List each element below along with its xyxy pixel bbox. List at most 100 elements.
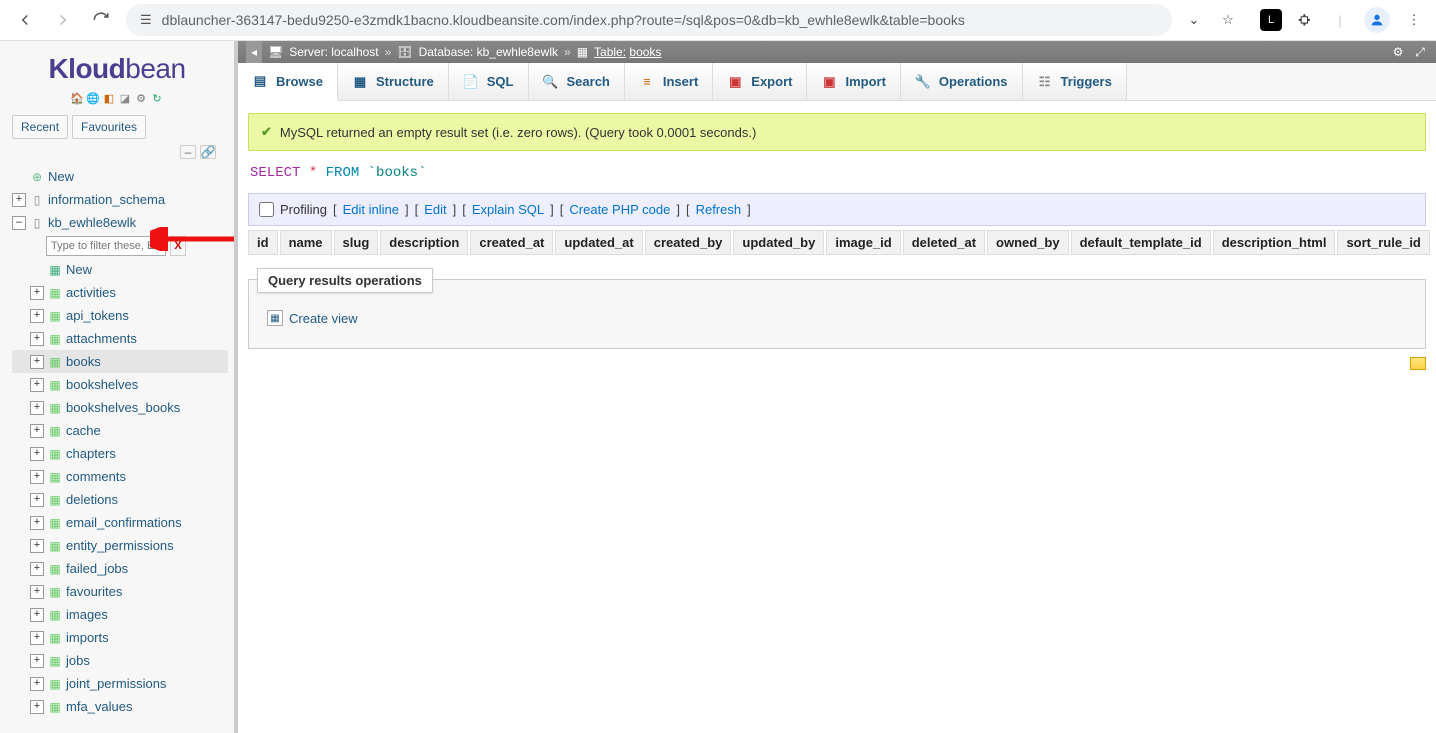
site-info-icon[interactable]: ☰: [140, 12, 152, 28]
tree-table-attachments[interactable]: ▦attachments: [12, 327, 228, 350]
reload-button[interactable]: [88, 7, 114, 33]
tab-search[interactable]: 🔍Search: [529, 63, 625, 100]
column-default_template_id[interactable]: default_template_id: [1071, 230, 1211, 255]
column-updated_by[interactable]: updated_by: [733, 230, 824, 255]
tree-table-favourites[interactable]: ▦favourites: [12, 580, 228, 603]
tree-table-imports[interactable]: ▦imports: [12, 626, 228, 649]
tree-table-activities[interactable]: ▦activities: [12, 281, 228, 304]
tree-active-db[interactable]: ▯ kb_ewhle8ewlk: [12, 211, 228, 234]
create-php-link[interactable]: Create PHP code: [569, 202, 670, 217]
sql-icon[interactable]: ◪: [118, 91, 132, 105]
expand-icon[interactable]: [30, 332, 44, 346]
nav-toggle-icon[interactable]: ◂: [246, 41, 262, 63]
extension1-icon[interactable]: L: [1260, 9, 1282, 31]
extensions-icon[interactable]: [1296, 10, 1316, 30]
tree-new-table[interactable]: ▦ New: [12, 258, 228, 281]
tree-table-comments[interactable]: ▦comments: [12, 465, 228, 488]
tab-operations[interactable]: 🔧Operations: [901, 63, 1023, 100]
expand-icon[interactable]: [30, 516, 44, 530]
breadcrumb-table[interactable]: Table: books: [594, 45, 661, 59]
column-slug[interactable]: slug: [334, 230, 379, 255]
tree-table-images[interactable]: ▦images: [12, 603, 228, 626]
column-created_at[interactable]: created_at: [470, 230, 553, 255]
create-view-action[interactable]: ▦ Create view: [267, 310, 1407, 326]
column-name[interactable]: name: [280, 230, 332, 255]
tree-table-deletions[interactable]: ▦deletions: [12, 488, 228, 511]
home-icon[interactable]: 🏠: [70, 91, 84, 105]
collapse-icon[interactable]: [12, 216, 26, 230]
explain-link[interactable]: Explain SQL: [472, 202, 544, 217]
tree-info-schema[interactable]: ▯ information_schema: [12, 188, 228, 211]
expand-icon[interactable]: [30, 286, 44, 300]
expand-icon[interactable]: [30, 654, 44, 668]
tab-import[interactable]: ▣Import: [807, 63, 900, 100]
expand-icon[interactable]: [30, 355, 44, 369]
tree-table-jobs[interactable]: ▦jobs: [12, 649, 228, 672]
column-description[interactable]: description: [380, 230, 468, 255]
expand-icon[interactable]: [12, 193, 26, 207]
expand-icon[interactable]: [30, 493, 44, 507]
column-updated_at[interactable]: updated_at: [555, 230, 642, 255]
expand-icon[interactable]: [30, 401, 44, 415]
tree-filter-input[interactable]: [46, 236, 166, 256]
collapse-icon[interactable]: –: [180, 145, 196, 159]
expand-icon[interactable]: [30, 378, 44, 392]
tree-table-joint_permissions[interactable]: ▦joint_permissions: [12, 672, 228, 695]
expand-icon[interactable]: [30, 424, 44, 438]
tree-table-chapters[interactable]: ▦chapters: [12, 442, 228, 465]
docs-icon[interactable]: ◧: [102, 91, 116, 105]
expand-icon[interactable]: [30, 539, 44, 553]
column-sort_rule_id[interactable]: sort_rule_id: [1337, 230, 1429, 255]
settings-gear-icon[interactable]: ⚙: [1390, 44, 1406, 60]
tree-table-api_tokens[interactable]: ▦api_tokens: [12, 304, 228, 327]
edit-link[interactable]: Edit: [424, 202, 446, 217]
expand-icon[interactable]: [30, 562, 44, 576]
column-deleted_at[interactable]: deleted_at: [903, 230, 985, 255]
column-owned_by[interactable]: owned_by: [987, 230, 1069, 255]
tree-table-cache[interactable]: ▦cache: [12, 419, 228, 442]
expand-icon[interactable]: [30, 470, 44, 484]
bookmark-flag-icon[interactable]: [1410, 357, 1426, 370]
profile-avatar[interactable]: [1364, 7, 1390, 33]
tree-table-mfa_values[interactable]: ▦mfa_values: [12, 695, 228, 718]
url-bar[interactable]: ☰ dblauncher-363147-bedu9250-e3zmdk1bacn…: [126, 4, 1172, 36]
expand-icon[interactable]: [30, 608, 44, 622]
tree-table-entity_permissions[interactable]: ▦entity_permissions: [12, 534, 228, 557]
expand-icon[interactable]: [30, 677, 44, 691]
back-button[interactable]: [12, 7, 38, 33]
tab-structure[interactable]: ▦Structure: [338, 63, 449, 100]
tree-table-bookshelves[interactable]: ▦bookshelves: [12, 373, 228, 396]
tab-triggers[interactable]: ☷Triggers: [1023, 63, 1127, 100]
key-icon[interactable]: ⌄: [1184, 10, 1204, 30]
tree-table-books[interactable]: ▦books: [12, 350, 228, 373]
tree-table-email_confirmations[interactable]: ▦email_confirmations: [12, 511, 228, 534]
recent-tab[interactable]: Recent: [12, 115, 68, 139]
tab-export[interactable]: ▣Export: [713, 63, 807, 100]
settings-icon[interactable]: ⚙: [134, 91, 148, 105]
tree-filter-clear[interactable]: X: [170, 236, 186, 256]
edit-inline-link[interactable]: Edit inline: [343, 202, 399, 217]
column-id[interactable]: id: [248, 230, 278, 255]
refresh-link[interactable]: Refresh: [696, 202, 742, 217]
profiling-checkbox[interactable]: [259, 202, 274, 217]
expand-icon[interactable]: [30, 700, 44, 714]
bookmark-icon[interactable]: ☆: [1218, 10, 1238, 30]
expand-icon[interactable]: [30, 585, 44, 599]
column-description_html[interactable]: description_html: [1213, 230, 1336, 255]
refresh-icon[interactable]: ↻: [150, 91, 164, 105]
tree-table-failed_jobs[interactable]: ▦failed_jobs: [12, 557, 228, 580]
tree-new[interactable]: ⊕ New: [12, 165, 228, 188]
globe-icon[interactable]: 🌐: [86, 91, 100, 105]
column-image_id[interactable]: image_id: [826, 230, 900, 255]
expand-icon[interactable]: [30, 447, 44, 461]
kebab-icon[interactable]: ⋮: [1404, 10, 1424, 30]
expand-icon[interactable]: [30, 309, 44, 323]
page-expand-icon[interactable]: ⤢: [1412, 44, 1428, 60]
favourites-tab[interactable]: Favourites: [72, 115, 146, 139]
tab-browse[interactable]: ▤Browse: [238, 63, 338, 101]
link-icon[interactable]: 🔗: [200, 145, 216, 159]
forward-button[interactable]: [50, 7, 76, 33]
tab-sql[interactable]: 📄SQL: [449, 63, 529, 100]
column-created_by[interactable]: created_by: [645, 230, 732, 255]
tab-insert[interactable]: ≡Insert: [625, 63, 713, 100]
